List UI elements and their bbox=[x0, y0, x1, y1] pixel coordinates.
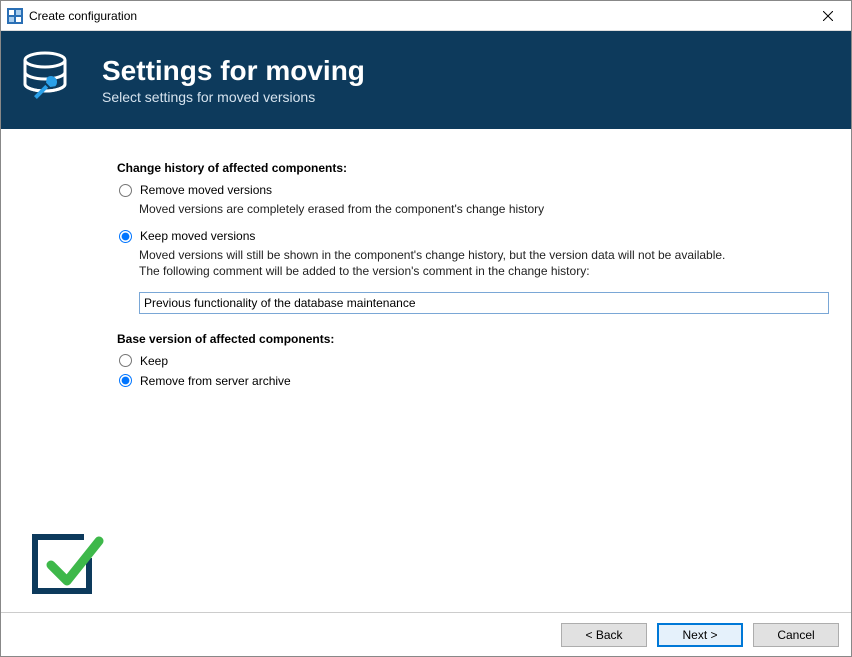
keep-desc-line1: Moved versions will still be shown in th… bbox=[139, 248, 725, 262]
radio-base-remove[interactable]: Remove from server archive bbox=[119, 374, 827, 388]
radio-keep-moved-versions-input[interactable] bbox=[119, 230, 132, 243]
dialog-window: Create configuration Settings for moving bbox=[0, 0, 852, 657]
radio-base-remove-label: Remove from server archive bbox=[140, 374, 291, 388]
database-wrench-icon bbox=[13, 48, 88, 112]
radio-base-keep-input[interactable] bbox=[119, 354, 132, 367]
radio-keep-moved-versions-label: Keep moved versions bbox=[140, 229, 255, 243]
close-button[interactable] bbox=[805, 1, 851, 31]
banner-text: Settings for moving Select settings for … bbox=[102, 55, 365, 105]
radio-remove-moved-versions[interactable]: Remove moved versions bbox=[119, 183, 827, 197]
radio-base-remove-input[interactable] bbox=[119, 374, 132, 387]
remove-moved-versions-description: Moved versions are completely erased fro… bbox=[139, 201, 827, 217]
app-icon bbox=[7, 8, 23, 24]
banner-subtitle: Select settings for moved versions bbox=[102, 89, 365, 105]
version-comment-input[interactable] bbox=[139, 292, 829, 314]
cancel-button[interactable]: Cancel bbox=[753, 623, 839, 647]
window-title: Create configuration bbox=[29, 9, 805, 23]
footer: < Back Next > Cancel bbox=[1, 612, 851, 656]
radio-keep-moved-versions[interactable]: Keep moved versions bbox=[119, 229, 827, 243]
keep-moved-versions-description: Moved versions will still be shown in th… bbox=[139, 247, 827, 279]
radio-remove-moved-versions-label: Remove moved versions bbox=[140, 183, 272, 197]
content-area: Change history of affected components: R… bbox=[1, 129, 851, 612]
radio-base-keep-label: Keep bbox=[140, 354, 168, 368]
banner-heading: Settings for moving bbox=[102, 55, 365, 87]
radio-base-keep[interactable]: Keep bbox=[119, 354, 827, 368]
keep-desc-line2: The following comment will be added to t… bbox=[139, 264, 590, 278]
radio-remove-moved-versions-input[interactable] bbox=[119, 184, 132, 197]
titlebar: Create configuration bbox=[1, 1, 851, 31]
banner: Settings for moving Select settings for … bbox=[1, 31, 851, 129]
back-button[interactable]: < Back bbox=[561, 623, 647, 647]
section-history-title: Change history of affected components: bbox=[117, 161, 827, 175]
next-button[interactable]: Next > bbox=[657, 623, 743, 647]
section-base-title: Base version of affected components: bbox=[117, 332, 827, 346]
checkmark-ornament-icon bbox=[23, 523, 105, 608]
close-icon bbox=[823, 11, 833, 21]
